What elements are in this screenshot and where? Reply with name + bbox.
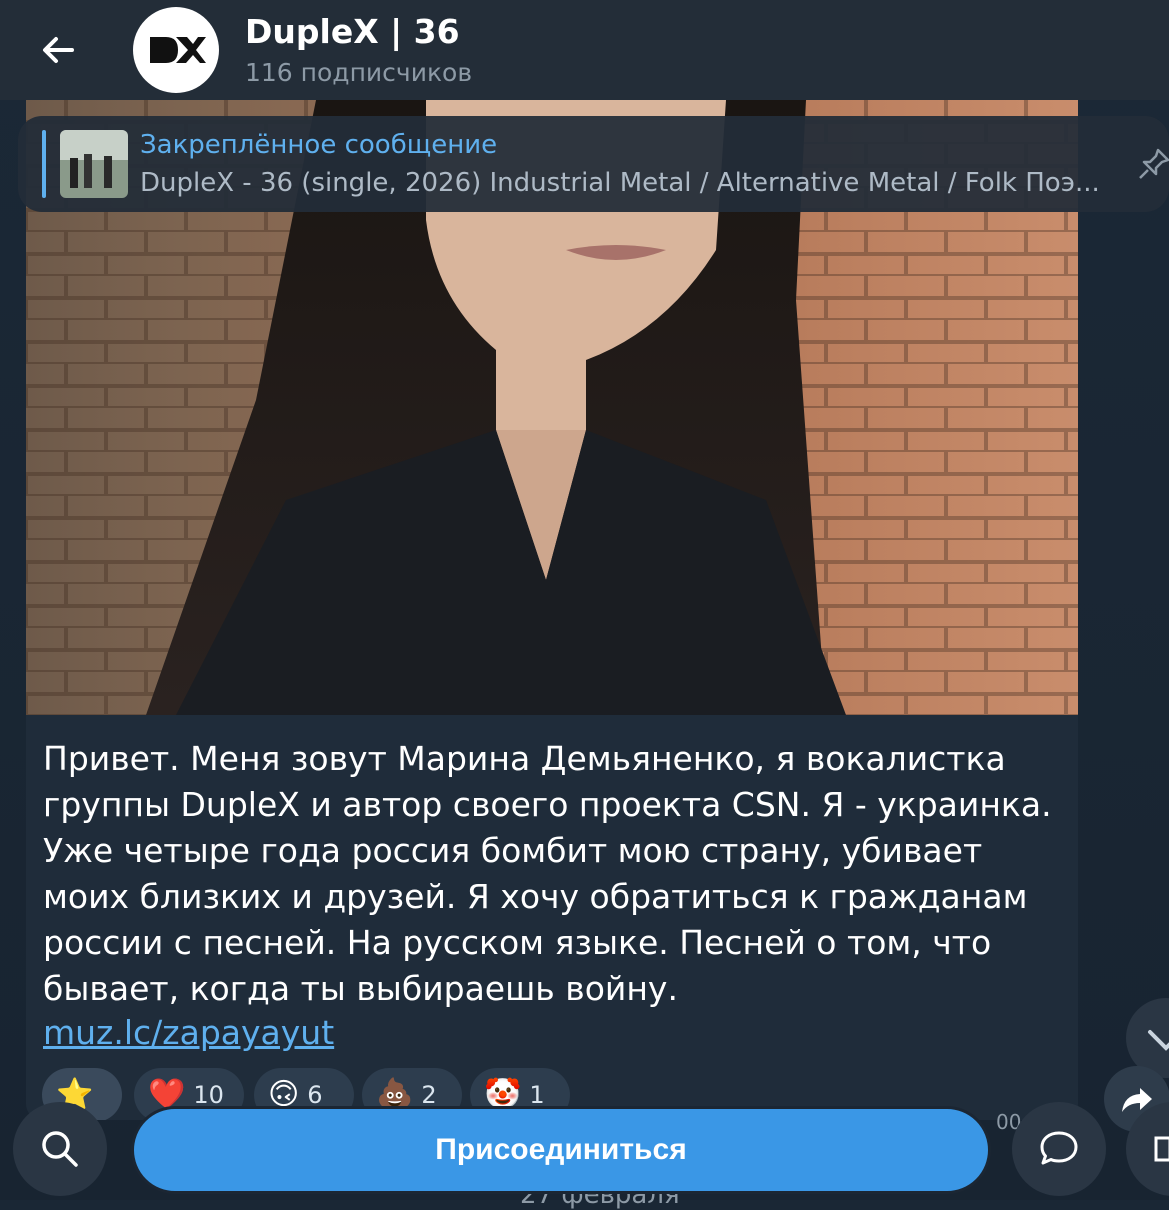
reaction-count: 10	[193, 1081, 224, 1109]
channel-title[interactable]: DupleX | 36	[245, 12, 460, 51]
join-button[interactable]: Присоединиться	[131, 1106, 991, 1194]
duplex-logo-icon	[150, 37, 206, 63]
pinned-indicator	[42, 130, 46, 198]
arrow-left-icon	[43, 37, 74, 63]
reaction-count: 2	[421, 1081, 437, 1109]
gift-icon	[1154, 1136, 1169, 1162]
pinned-title: Закреплённое сообщение	[140, 130, 498, 160]
reaction-count: 6	[307, 1081, 323, 1109]
pinned-text: DupleX - 36 (single, 2026) Industrial Me…	[140, 168, 1100, 198]
chat-header: DupleX | 36 116 подписчиков	[0, 0, 1169, 100]
channel-post[interactable]: Привет. Меня зовут Марина Демьяненко, я …	[26, 100, 1078, 1120]
channel-avatar[interactable]	[133, 7, 219, 93]
back-button[interactable]	[30, 22, 86, 78]
subscriber-count: 116 подписчиков	[245, 58, 473, 87]
reaction-count: 1	[529, 1081, 545, 1109]
post-link[interactable]: muz.lc/zapayayut	[43, 1010, 334, 1056]
speech-bubble-icon	[1040, 1131, 1078, 1165]
pinned-message-bar[interactable]: Закреплённое сообщение DupleX - 36 (sing…	[18, 116, 1169, 212]
pinned-thumbnail	[60, 130, 128, 198]
comments-button[interactable]	[1012, 1102, 1106, 1196]
pin-icon[interactable]	[1136, 146, 1169, 182]
gift-button[interactable]	[1126, 1102, 1169, 1196]
post-text: Привет. Меня зовут Марина Демьяненко, я …	[43, 739, 1052, 1008]
search-icon	[42, 1131, 78, 1167]
search-button[interactable]	[13, 1102, 107, 1196]
